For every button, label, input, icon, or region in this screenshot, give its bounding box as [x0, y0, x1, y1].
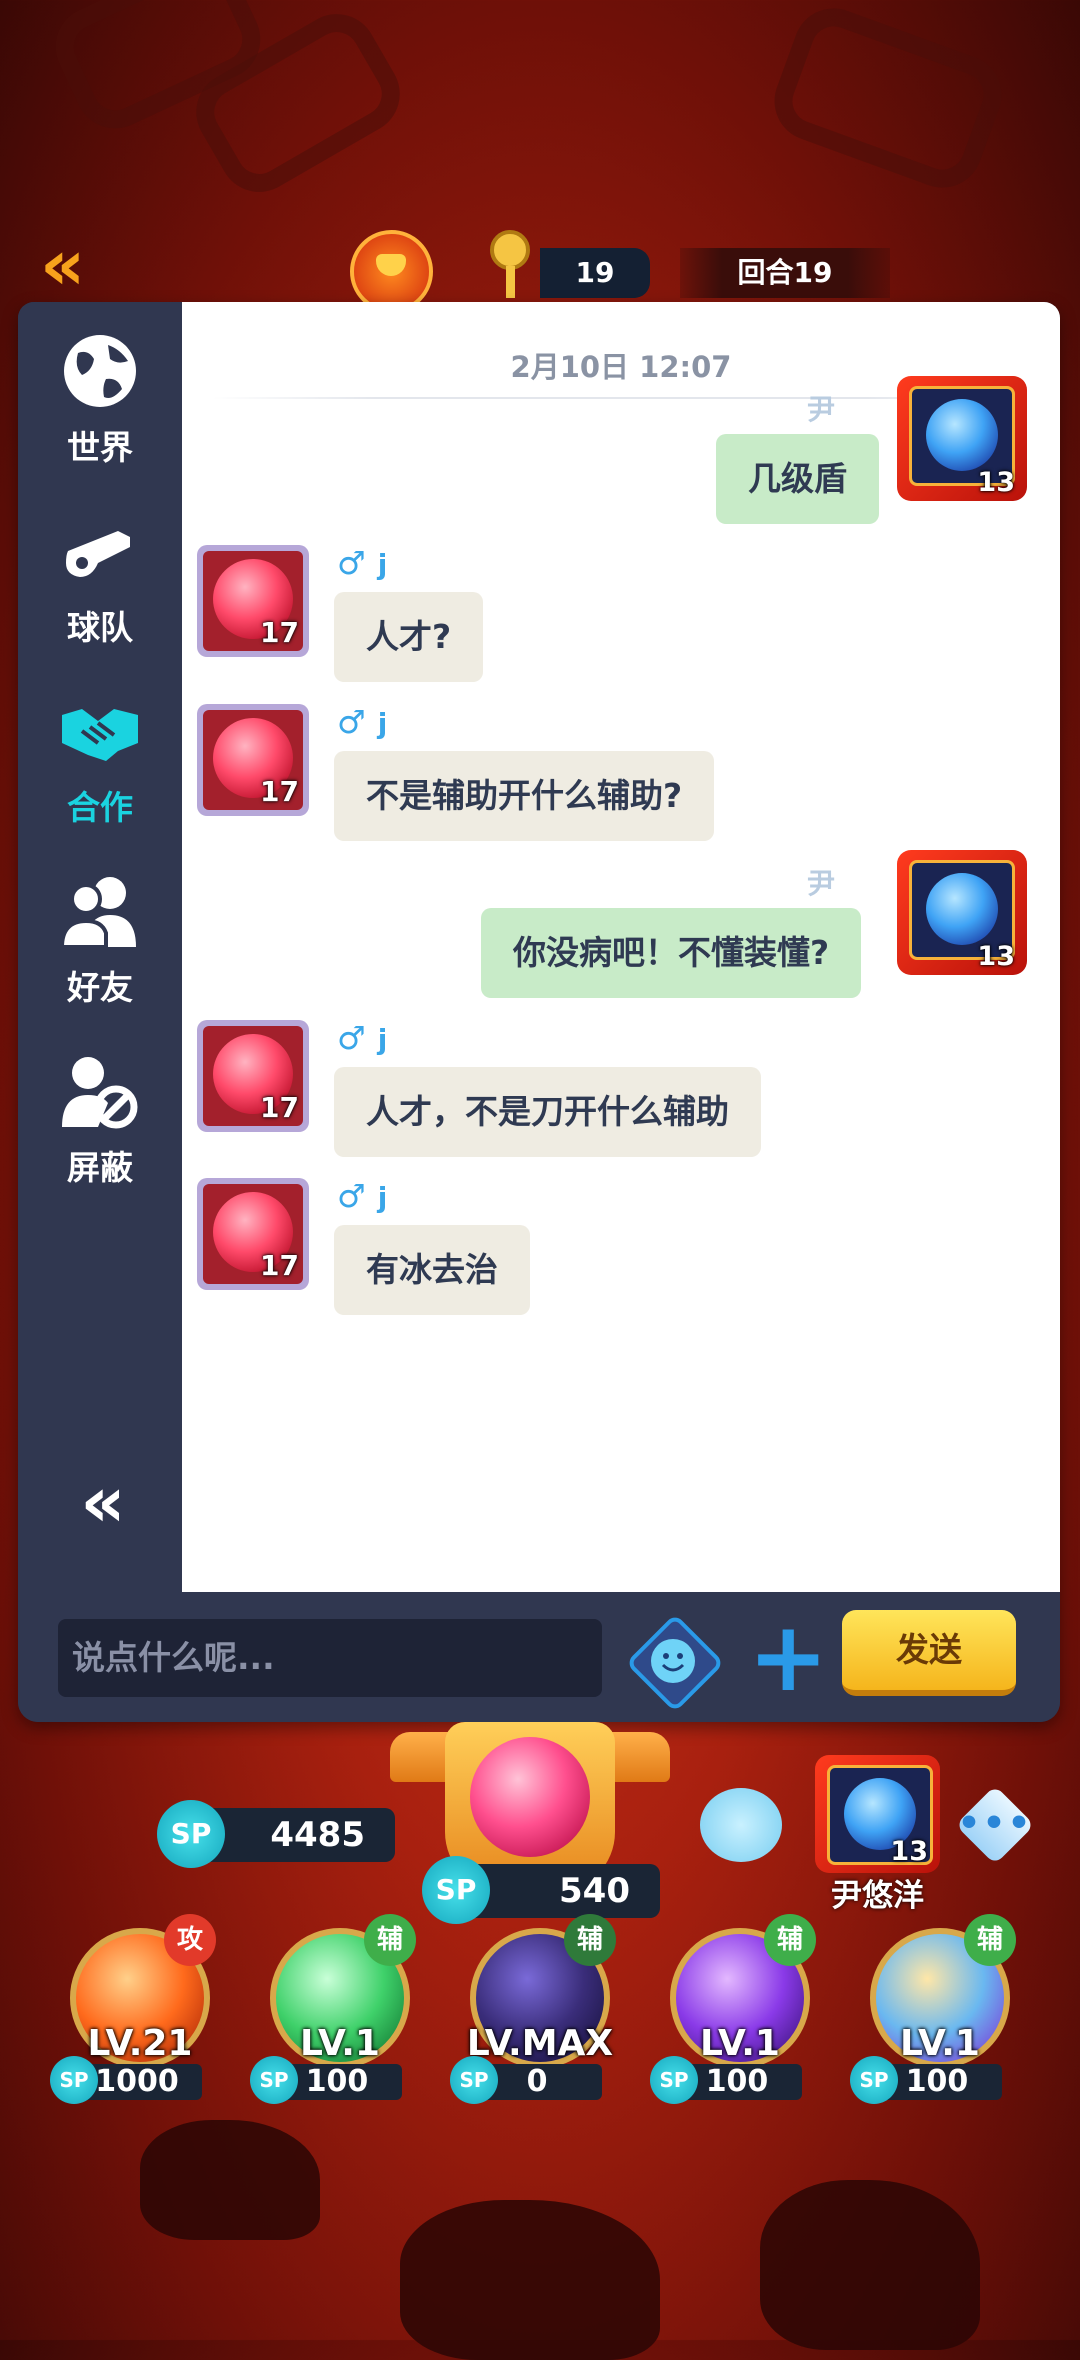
- avatar-level: 17: [260, 775, 299, 808]
- sidebar-item-blocked[interactable]: 屏蔽: [18, 1036, 182, 1187]
- back-icon[interactable]: «: [40, 230, 160, 300]
- chat-input-bar: 说点什么呢... + 发送: [18, 1592, 1060, 1722]
- sender-name: ♂ j: [337, 1019, 388, 1057]
- skill-slot[interactable]: 辅 LV.MAX 0 SP: [450, 1914, 630, 2108]
- sp-total-value: 4485: [270, 1815, 365, 1855]
- male-icon: ♂: [337, 703, 366, 741]
- sp-badge: SP: [850, 2056, 898, 2104]
- sidebar-item-label: 合作: [67, 788, 133, 827]
- background-chain: [763, 0, 1013, 199]
- sidebar-item-cooperation[interactable]: 合作: [18, 676, 182, 827]
- male-icon: ♂: [337, 544, 366, 582]
- key-count: 19: [540, 248, 650, 298]
- avatar-level: 17: [260, 616, 299, 649]
- sp-badge: SP: [422, 1856, 490, 1924]
- skill-slot[interactable]: 辅 LV.1 100 SP: [850, 1914, 1030, 2108]
- plus-icon[interactable]: +: [748, 1609, 828, 1705]
- sp-badge: SP: [250, 2056, 298, 2104]
- sp-badge: SP: [157, 1800, 225, 1868]
- male-icon: ♂: [337, 1019, 366, 1057]
- globe-icon: [64, 335, 136, 407]
- skill-tag: 辅: [364, 1914, 416, 1966]
- round-badge-icon: [350, 230, 433, 313]
- handshake-icon: [62, 709, 138, 761]
- background-rock: [400, 2200, 660, 2360]
- message-bubble[interactable]: 几级盾: [716, 434, 879, 524]
- emoji-button[interactable]: [625, 1613, 725, 1713]
- avatar[interactable]: 17: [197, 704, 309, 816]
- avatar-level: 13: [977, 941, 1015, 972]
- chat-input[interactable]: 说点什么呢...: [58, 1619, 602, 1697]
- avatar-level: 13: [977, 467, 1015, 498]
- skill-slot[interactable]: 辅 LV.1 100 SP: [650, 1914, 830, 2108]
- sp-badge: SP: [650, 2056, 698, 2104]
- avatar-level: 17: [260, 1091, 299, 1124]
- whistle-icon: [66, 531, 130, 577]
- skill-tag: 辅: [564, 1914, 616, 1966]
- sidebar-item-world[interactable]: 世界: [18, 316, 182, 467]
- round-label: 回合19: [680, 248, 890, 298]
- avatar[interactable]: 17: [197, 545, 309, 657]
- avatar-level: 17: [260, 1249, 299, 1282]
- sidebar-item-team[interactable]: 球队: [18, 496, 182, 647]
- skill-tag: 辅: [764, 1914, 816, 1966]
- sidebar-item-label: 好友: [67, 968, 133, 1007]
- message-bubble[interactable]: 你没病吧！不懂装懂?: [481, 908, 862, 998]
- avatar[interactable]: 13: [897, 376, 1027, 506]
- key-icon: [490, 230, 545, 300]
- sp-badge: SP: [450, 2056, 498, 2104]
- sender-name: ♂ j: [337, 703, 388, 741]
- skill-tag: 攻: [164, 1914, 216, 1966]
- more-button[interactable]: •••: [955, 1785, 1035, 1865]
- skill-tag: 辅: [964, 1914, 1016, 1966]
- top-hud: « 19 回合19: [0, 230, 1080, 313]
- sender-name: ♂ j: [337, 544, 388, 582]
- avatar[interactable]: 17: [197, 1178, 309, 1290]
- avatar[interactable]: 13: [897, 850, 1027, 980]
- message-bubble[interactable]: 人才?: [334, 592, 484, 682]
- message-list[interactable]: 2月10日 12:07 尹悠洋 几级盾 13 17 ♂j 人才? 17: [182, 302, 1060, 1592]
- background-rock: [760, 2180, 980, 2350]
- message-bubble[interactable]: 有冰去治: [334, 1225, 530, 1315]
- male-icon: ♂: [337, 1177, 366, 1215]
- background-rock: [140, 2120, 320, 2240]
- avatar[interactable]: 17: [197, 1020, 309, 1132]
- chat-sidebar: 世界 球队 合作 好友 屏蔽 «: [18, 302, 182, 1592]
- sidebar-item-label: 屏蔽: [67, 1148, 133, 1187]
- sidebar-item-label: 球队: [67, 608, 133, 647]
- self-avatar[interactable]: 13: [815, 1755, 940, 1875]
- skill-slot[interactable]: 辅 LV.1 100 SP: [250, 1914, 430, 2108]
- sp-badge: SP: [50, 2056, 98, 2104]
- avatar-level: 13: [890, 1836, 928, 1867]
- sender-name: ♂ j: [337, 1177, 388, 1215]
- chat-bubble-icon[interactable]: [700, 1788, 782, 1862]
- sidebar-item-label: 世界: [67, 428, 133, 467]
- smiley-icon: [651, 1639, 695, 1683]
- sidebar-item-friends[interactable]: 好友: [18, 856, 182, 1007]
- friends-icon: [59, 877, 136, 949]
- message-bubble[interactable]: 不是辅助开什么辅助?: [334, 751, 715, 841]
- block-user-icon: [62, 1057, 138, 1129]
- collapse-sidebar-icon[interactable]: «: [63, 1462, 143, 1542]
- message-bubble[interactable]: 人才，不是刀开什么辅助: [334, 1067, 761, 1157]
- sp-total: SP 4485: [157, 1800, 395, 1868]
- skill-slot[interactable]: 攻 LV.21 1000 SP: [50, 1914, 230, 2108]
- self-name: 尹悠洋: [831, 1878, 924, 1914]
- chat-panel: 世界 球队 合作 好友 屏蔽 « 2月10日 12:07 尹 几级盾 13 17…: [18, 302, 1060, 1722]
- send-button[interactable]: 发送: [842, 1610, 1016, 1696]
- sp-current-value: 540: [559, 1871, 630, 1911]
- sp-current: SP 540: [422, 1856, 660, 1924]
- more-icon: •••: [957, 1803, 1033, 1844]
